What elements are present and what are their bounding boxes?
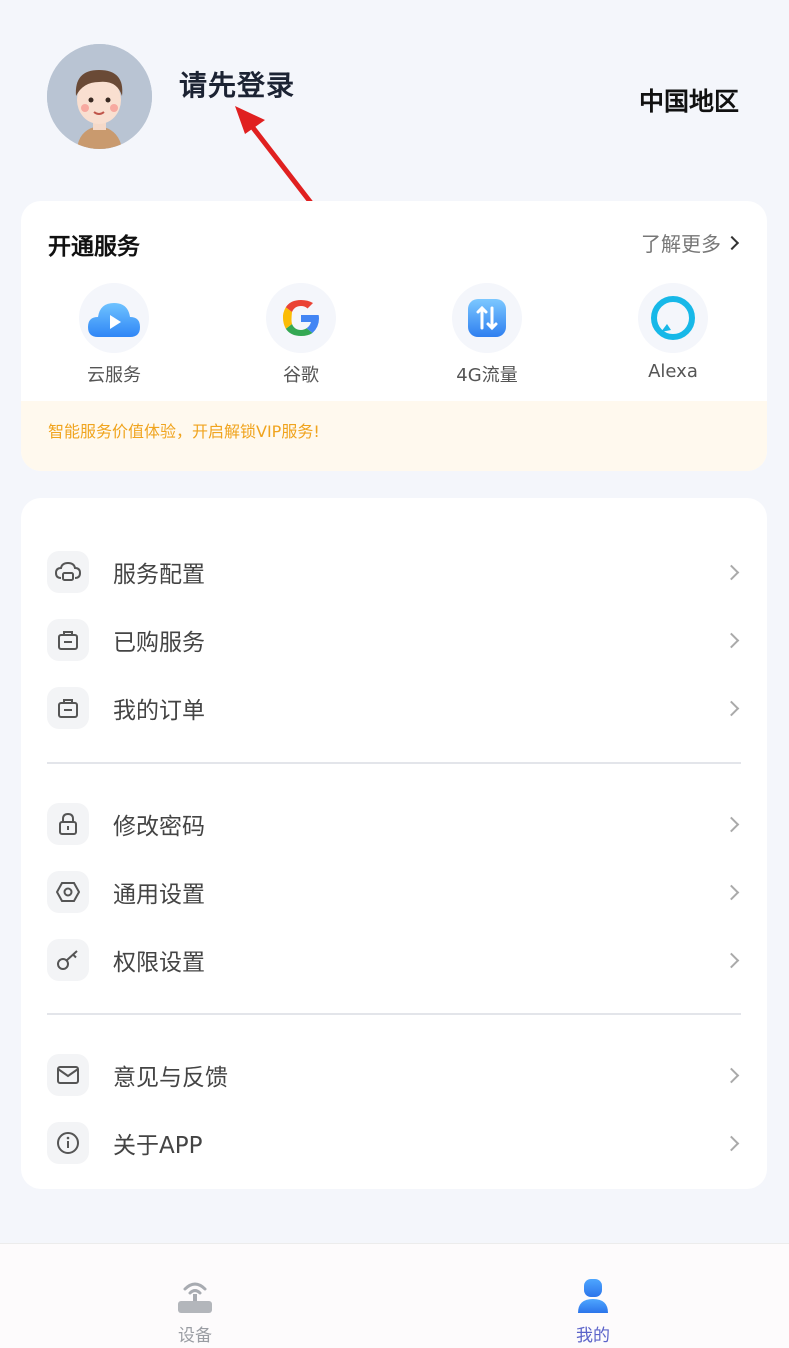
menu-item-label: 关于APP <box>113 1133 203 1159</box>
annotation-arrow-icon <box>235 106 318 211</box>
menu-item-permissions[interactable]: 权限设置 <box>47 936 743 984</box>
tab-mine[interactable]: 我的 <box>553 1277 633 1346</box>
service-label: 谷歌 <box>283 365 319 386</box>
menu-item-label: 权限设置 <box>113 950 205 976</box>
service-alexa[interactable]: Alexa <box>613 283 733 382</box>
learn-more-link[interactable]: 了解更多 <box>641 228 740 257</box>
chevron-right-icon <box>723 564 740 580</box>
menu-item-label: 我的订单 <box>113 698 205 724</box>
chevron-right-icon <box>723 1135 740 1151</box>
order-icon <box>47 687 89 729</box>
tab-label: 我的 <box>576 1326 610 1346</box>
tab-label: 设备 <box>178 1326 212 1346</box>
info-icon <box>47 1122 89 1164</box>
chevron-right-icon <box>723 884 740 900</box>
menu-item-about[interactable]: 关于APP <box>47 1119 743 1167</box>
menu-item-label: 通用设置 <box>113 882 205 908</box>
chevron-right-icon <box>724 235 740 250</box>
service-label: 云服务 <box>87 365 141 386</box>
avatar[interactable] <box>47 44 152 149</box>
menu-item-general-settings[interactable]: 通用设置 <box>47 868 743 916</box>
alexa-icon <box>638 283 708 353</box>
service-cloud[interactable]: 云服务 <box>54 283 174 387</box>
bag-icon <box>47 619 89 661</box>
hex-settings-icon <box>47 871 89 913</box>
menu-item-feedback[interactable]: 意见与反馈 <box>47 1051 743 1099</box>
chevron-right-icon <box>723 700 740 716</box>
chevron-right-icon <box>723 952 740 968</box>
menu-item-label: 意见与反馈 <box>113 1065 228 1091</box>
vip-promo-banner[interactable]: 智能服务价值体验，开启解锁VIP服务! <box>21 401 767 471</box>
menu-item-label: 修改密码 <box>113 814 205 840</box>
mail-icon <box>47 1054 89 1096</box>
cloud-config-icon <box>47 551 89 593</box>
menu-item-label: 已购服务 <box>113 630 205 656</box>
chevron-right-icon <box>723 632 740 648</box>
service-google[interactable]: 谷歌 <box>241 283 361 387</box>
google-icon <box>266 283 336 353</box>
lock-icon <box>47 803 89 845</box>
bottom-tab-bar: 设备 我的 <box>0 1243 789 1348</box>
menu-item-purchased[interactable]: 已购服务 <box>47 616 743 664</box>
learn-more-label: 了解更多 <box>641 232 721 256</box>
services-title: 开通服务 <box>48 234 140 260</box>
key-icon <box>47 939 89 981</box>
divider <box>47 1013 741 1015</box>
user-avatar-icon <box>47 44 152 149</box>
cloud-play-icon <box>79 283 149 353</box>
service-label: 4G流量 <box>456 365 518 386</box>
region-selector[interactable]: 中国地区 <box>639 82 739 118</box>
menu-item-change-password[interactable]: 修改密码 <box>47 800 743 848</box>
cellular-data-icon <box>452 283 522 353</box>
tab-devices[interactable]: 设备 <box>155 1277 235 1346</box>
menu-card: 服务配置 已购服务 我的订单 修改密码 通用设置 权限设置 意见与反馈 关于AP… <box>21 498 767 1189</box>
menu-item-label: 服务配置 <box>113 562 205 588</box>
person-icon <box>578 1279 608 1313</box>
menu-item-service-config[interactable]: 服务配置 <box>47 548 743 596</box>
services-card: 开通服务 了解更多 云服务 谷歌 4G流量 Alexa 智能服务价值体验，开启解… <box>21 201 767 471</box>
service-label: Alexa <box>648 361 698 382</box>
divider <box>47 762 741 764</box>
chevron-right-icon <box>723 1067 740 1083</box>
login-prompt[interactable]: 请先登录 <box>179 64 295 104</box>
menu-item-orders[interactable]: 我的订单 <box>47 684 743 732</box>
chevron-right-icon <box>723 816 740 832</box>
device-router-icon <box>178 1282 212 1313</box>
service-4g[interactable]: 4G流量 <box>427 283 547 387</box>
